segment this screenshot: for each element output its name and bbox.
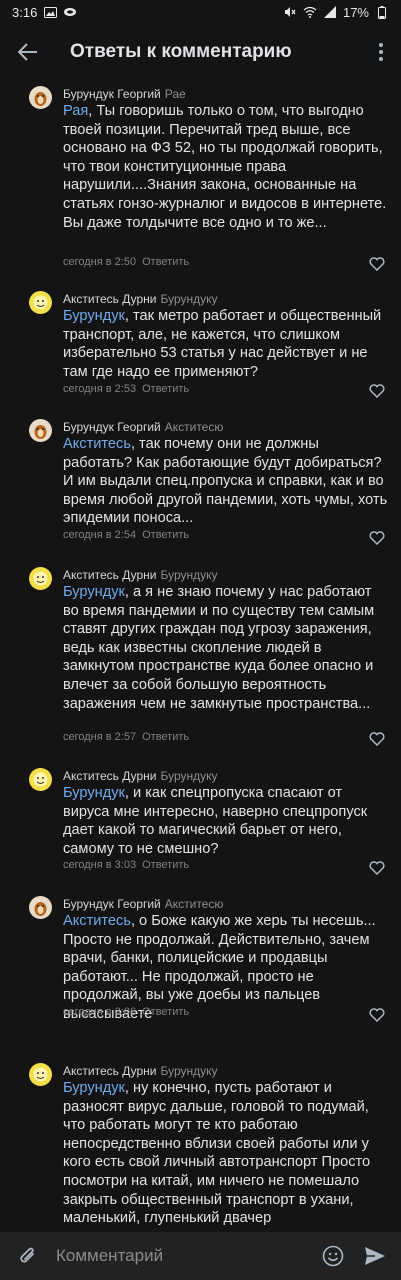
author-name[interactable]: Бурундук Георгий bbox=[63, 420, 161, 434]
mention-link[interactable]: Акститесь bbox=[63, 436, 131, 452]
comment-body: , а я не знаю почему у нас работают во в… bbox=[63, 584, 375, 712]
mention-link[interactable]: Бурундук bbox=[63, 308, 125, 324]
reply-target: Бурундуку bbox=[160, 568, 218, 582]
comment-meta: Акститесь Дурни Бурундуку bbox=[63, 568, 218, 582]
reply-button[interactable]: Ответить bbox=[142, 383, 189, 395]
comment-meta: Бурундук Георгий Рае bbox=[63, 87, 186, 101]
more-button[interactable] bbox=[361, 24, 401, 80]
arrow-left-icon bbox=[18, 43, 37, 61]
page-title: Ответы к комментарию bbox=[70, 41, 292, 62]
author-name[interactable]: Бурундук Георгий bbox=[63, 87, 161, 101]
smile-icon bbox=[322, 1245, 344, 1267]
send-icon bbox=[365, 1247, 385, 1265]
reply-target: Бурундуку bbox=[160, 292, 218, 306]
comment-time: сегодня в 2:50 bbox=[63, 256, 137, 268]
comment-time: сегодня в 3:06 bbox=[63, 1006, 137, 1018]
comment-text: Акститесь, так почему они не должны рабо… bbox=[63, 435, 388, 528]
author-name[interactable]: Акститесь Дурни bbox=[63, 769, 156, 783]
paperclip-icon bbox=[20, 1247, 34, 1263]
comment-footer: сегодня в 3:06 Ответить bbox=[63, 1006, 189, 1018]
heart-icon[interactable] bbox=[369, 384, 385, 398]
reply-button[interactable]: Ответить bbox=[142, 859, 189, 871]
comment-text: Бурундук, ну конечно, пусть работают и р… bbox=[63, 1079, 393, 1228]
comment-footer: сегодня в 2:57 Ответить bbox=[63, 731, 189, 743]
link-icon bbox=[63, 6, 77, 18]
author-name[interactable]: Акститесь Дурни bbox=[63, 292, 156, 306]
status-time: 3:16 bbox=[12, 4, 38, 20]
heart-icon[interactable] bbox=[369, 257, 385, 271]
yellow-avatar[interactable] bbox=[29, 1063, 52, 1086]
comment-time: сегодня в 2:53 bbox=[63, 383, 137, 395]
gallery-icon bbox=[43, 6, 57, 18]
comment-footer: сегодня в 2:53 Ответить bbox=[63, 383, 189, 395]
comment-meta: Акститесь Дурни Бурундуку bbox=[63, 769, 218, 783]
battery-percent: 17% bbox=[342, 4, 369, 20]
more-vertical-icon bbox=[379, 43, 383, 61]
comment-time: сегодня в 2:57 bbox=[63, 731, 137, 743]
send-button[interactable] bbox=[353, 1232, 397, 1280]
yellow-avatar[interactable] bbox=[29, 768, 52, 791]
comment-text: Бурундук, а я не знаю почему у нас работ… bbox=[63, 583, 388, 713]
emoji-button[interactable] bbox=[313, 1232, 353, 1280]
app-header: Ответы к комментарию bbox=[0, 24, 401, 80]
attach-button[interactable] bbox=[8, 1232, 48, 1280]
author-name[interactable]: Бурундук Георгий bbox=[63, 897, 161, 911]
mention-link[interactable]: Рая bbox=[63, 103, 88, 119]
reply-target: Бурундуку bbox=[160, 1064, 218, 1078]
signal-icon bbox=[323, 6, 337, 18]
reply-target: Акститесю bbox=[164, 897, 224, 911]
status-bar: 3:16 17% bbox=[0, 0, 401, 24]
comment-input[interactable] bbox=[48, 1236, 313, 1276]
chipmunk-avatar[interactable] bbox=[29, 896, 52, 919]
comment-body: , Ты говоришь только о том, что выгодно … bbox=[63, 103, 387, 231]
comment-meta: Бурундук Георгий Акститесю bbox=[63, 897, 223, 911]
mention-link[interactable]: Бурундук bbox=[63, 785, 125, 801]
battery-icon bbox=[375, 5, 389, 19]
reply-target: Бурундуку bbox=[160, 769, 218, 783]
heart-icon[interactable] bbox=[369, 1008, 385, 1022]
comment-meta: Бурундук Георгий Акститесю bbox=[63, 420, 223, 434]
yellow-avatar[interactable] bbox=[29, 567, 52, 590]
comment-body: , ну конечно, пусть работают и разносят … bbox=[63, 1080, 371, 1227]
heart-icon[interactable] bbox=[369, 861, 385, 875]
comment-text: Бурундук, так метро работает и обществен… bbox=[63, 307, 388, 381]
reply-target: Акститесю bbox=[164, 420, 224, 434]
reply-button[interactable]: Ответить bbox=[142, 256, 189, 268]
mention-link[interactable]: Акститесь bbox=[63, 913, 131, 929]
comments-list[interactable]: Бурундук Георгий Рае Рая, Ты говоришь тол… bbox=[0, 80, 401, 1232]
author-name[interactable]: Акститесь Дурни bbox=[63, 1064, 156, 1078]
reply-button[interactable]: Ответить bbox=[142, 529, 189, 541]
mute-icon bbox=[283, 6, 297, 18]
wifi-icon bbox=[303, 6, 317, 18]
heart-icon[interactable] bbox=[369, 531, 385, 545]
author-name[interactable]: Акститесь Дурни bbox=[63, 568, 156, 582]
back-button[interactable] bbox=[0, 24, 56, 80]
yellow-avatar[interactable] bbox=[29, 291, 52, 314]
heart-icon[interactable] bbox=[369, 732, 385, 746]
comment-time: сегодня в 2:54 bbox=[63, 529, 137, 541]
comment-footer: сегодня в 2:54 Ответить bbox=[63, 529, 189, 541]
comment-time: сегодня в 3:03 bbox=[63, 859, 137, 871]
reply-button[interactable]: Ответить bbox=[142, 1006, 189, 1018]
comment-footer: сегодня в 3:03 Ответить bbox=[63, 859, 189, 871]
comment-meta: Акститесь Дурни Бурундуку bbox=[63, 292, 218, 306]
reply-button[interactable]: Ответить bbox=[142, 731, 189, 743]
mention-link[interactable]: Бурундук bbox=[63, 584, 125, 600]
comment-footer: сегодня в 2:50 Ответить bbox=[63, 256, 189, 268]
comment-composer bbox=[0, 1232, 401, 1280]
chipmunk-avatar[interactable] bbox=[29, 419, 52, 442]
mention-link[interactable]: Бурундук bbox=[63, 1080, 125, 1096]
comment-text: Бурундук, и как спецпропуска спасают от … bbox=[63, 784, 388, 858]
reply-target: Рае bbox=[164, 87, 186, 101]
chipmunk-avatar[interactable] bbox=[29, 86, 52, 109]
comment-meta: Акститесь Дурни Бурундуку bbox=[63, 1064, 218, 1078]
comment-text: Рая, Ты говоришь только о том, что выгод… bbox=[63, 102, 393, 232]
